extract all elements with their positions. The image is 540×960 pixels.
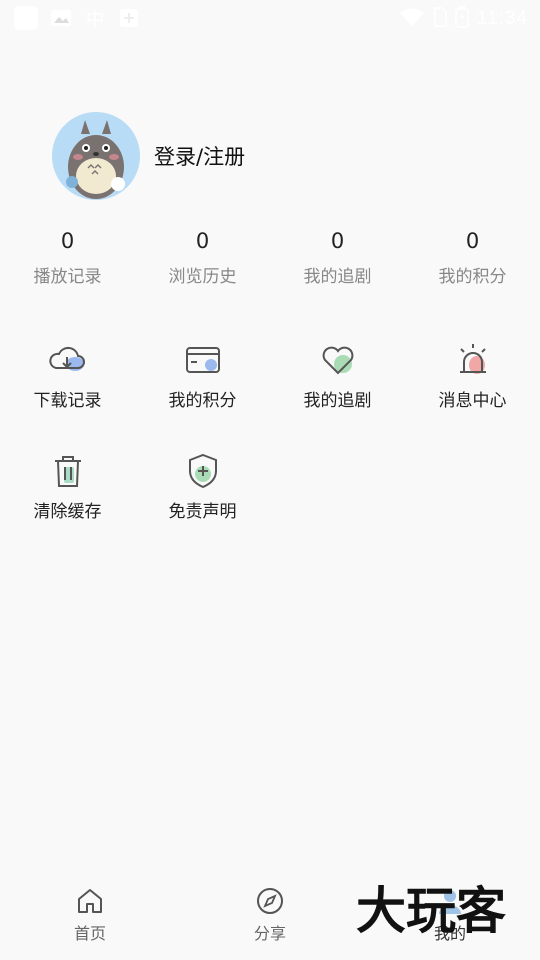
status-bar-right: 11:34 xyxy=(399,6,528,32)
battery-icon xyxy=(455,6,469,32)
cloud-download-icon xyxy=(48,340,88,380)
stat-label: 播放记录 xyxy=(33,267,102,287)
nav-label: 分享 xyxy=(253,924,286,943)
stat-browse-history[interactable]: 0 浏览历史 xyxy=(135,226,270,287)
nav-home[interactable]: 首页 xyxy=(0,876,180,960)
menu-download-records[interactable]: 下载记录 xyxy=(0,340,135,451)
card-icon xyxy=(183,340,223,380)
sim-icon xyxy=(433,7,447,31)
menu-label: 清除缓存 xyxy=(33,502,102,522)
status-bar: 中 11:34 xyxy=(0,0,540,38)
clock: 11:34 xyxy=(476,8,528,29)
stat-label: 我的积分 xyxy=(438,267,507,287)
nav-label: 首页 xyxy=(73,924,106,943)
menu-grid: 下载记录 我的积分 我的追剧 消息中心 清除缓存 免责声明 xyxy=(0,340,540,562)
menu-label: 消息中心 xyxy=(438,391,507,411)
profile-header: 登录/注册 xyxy=(52,112,245,200)
stat-play-history[interactable]: 0 播放记录 xyxy=(0,226,135,287)
svg-text:中: 中 xyxy=(86,9,104,30)
stat-my-following[interactable]: 0 我的追剧 xyxy=(270,226,405,287)
compass-icon xyxy=(255,886,285,916)
alarm-bell-icon xyxy=(453,340,493,380)
stat-value: 0 xyxy=(60,229,75,253)
menu-my-following[interactable]: 我的追剧 xyxy=(270,340,405,451)
stat-label: 浏览历史 xyxy=(168,267,237,287)
stat-label: 我的追剧 xyxy=(303,267,372,287)
menu-label: 免责声明 xyxy=(168,502,237,522)
plus-box-notification-icon xyxy=(118,7,140,29)
menu-my-points[interactable]: 我的积分 xyxy=(135,340,270,451)
stat-value: 0 xyxy=(465,229,480,253)
login-register-link[interactable]: 登录/注册 xyxy=(154,141,245,171)
heart-icon xyxy=(318,340,358,380)
menu-label: 我的追剧 xyxy=(303,391,372,411)
menu-message-center[interactable]: 消息中心 xyxy=(405,340,540,451)
app-notification-icon: 中 xyxy=(84,7,106,30)
avatar[interactable] xyxy=(52,112,140,200)
status-bar-left: 中 xyxy=(14,6,140,30)
shield-icon xyxy=(183,451,223,491)
menu-label: 我的积分 xyxy=(168,391,237,411)
stat-value: 0 xyxy=(330,229,345,253)
menu-disclaimer[interactable]: 免责声明 xyxy=(135,451,270,562)
image-notification-icon xyxy=(50,7,72,29)
wifi-icon xyxy=(399,7,425,31)
svg-text:大玩客: 大玩客 xyxy=(356,882,506,940)
stats-row: 0 播放记录 0 浏览历史 0 我的追剧 0 我的积分 xyxy=(0,226,540,287)
notification-app-icon xyxy=(14,6,38,30)
trash-icon xyxy=(48,451,88,491)
nav-share[interactable]: 分享 xyxy=(180,876,360,960)
stat-value: 0 xyxy=(195,229,210,253)
stat-my-points[interactable]: 0 我的积分 xyxy=(405,226,540,287)
home-icon xyxy=(75,886,105,916)
watermark-logo: 大玩客 xyxy=(356,880,526,940)
menu-clear-cache[interactable]: 清除缓存 xyxy=(0,451,135,562)
menu-label: 下载记录 xyxy=(33,391,102,411)
